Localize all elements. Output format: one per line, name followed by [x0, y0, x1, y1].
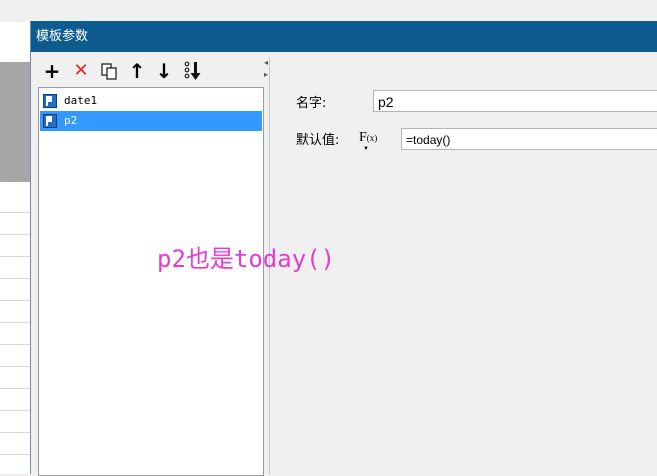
grid-line — [0, 344, 32, 345]
grid-line — [0, 366, 32, 367]
default-value-label: 默认值: — [296, 133, 340, 148]
parameter-toolbar: + ✕ ↑ ↓ — [36, 57, 269, 87]
parameter-icon — [43, 114, 57, 128]
grid-line — [0, 256, 32, 257]
name-label: 名字: — [296, 96, 327, 111]
sort-icon[interactable] — [182, 59, 204, 83]
collapse-left-icon[interactable]: ◂ — [264, 59, 268, 67]
grid-line — [0, 234, 32, 235]
add-icon[interactable]: + — [41, 59, 63, 83]
dialog-title: 模板参数 — [36, 29, 89, 44]
parameter-item-p2[interactable]: p2 — [40, 111, 262, 131]
parameter-item-label: p2 — [64, 114, 78, 127]
grid-line — [0, 278, 32, 279]
formula-icon-sub: (x) — [366, 133, 378, 143]
grid-line — [0, 212, 32, 213]
grid-line — [0, 388, 32, 389]
parameter-item-date1[interactable]: date1 — [40, 91, 262, 111]
template-parameters-dialog: 模板参数 + ✕ ↑ ↓ date1 p2 ◂ ▸ 名字: p2 默认值: F(… — [30, 21, 657, 476]
annotation-text: p2也是today() — [157, 245, 336, 273]
chevron-down-icon: ▼ — [363, 146, 369, 152]
dialog-titlebar[interactable]: 模板参数 — [31, 21, 657, 52]
grid-line — [0, 454, 32, 455]
background-toolbar — [0, 0, 657, 23]
background-spreadsheet — [0, 22, 33, 474]
grid-line — [0, 432, 32, 433]
copy-icon[interactable] — [98, 59, 120, 83]
move-down-icon[interactable]: ↓ — [153, 59, 175, 83]
name-input[interactable]: p2 — [373, 90, 657, 112]
grid-line — [0, 410, 32, 411]
parameter-item-label: date1 — [64, 94, 98, 107]
default-value-input[interactable]: =today() — [401, 128, 657, 150]
grid-line — [0, 322, 32, 323]
background-grey-block — [0, 62, 32, 182]
formula-icon-letter: F — [359, 130, 367, 145]
formula-button[interactable]: F(x) ▼ — [359, 129, 383, 152]
parameter-icon — [43, 94, 57, 108]
parameter-list: date1 p2 — [38, 87, 264, 476]
expand-right-icon[interactable]: ▸ — [264, 71, 268, 79]
grid-line — [0, 300, 32, 301]
move-up-icon[interactable]: ↑ — [126, 59, 148, 83]
delete-icon[interactable]: ✕ — [70, 59, 92, 83]
